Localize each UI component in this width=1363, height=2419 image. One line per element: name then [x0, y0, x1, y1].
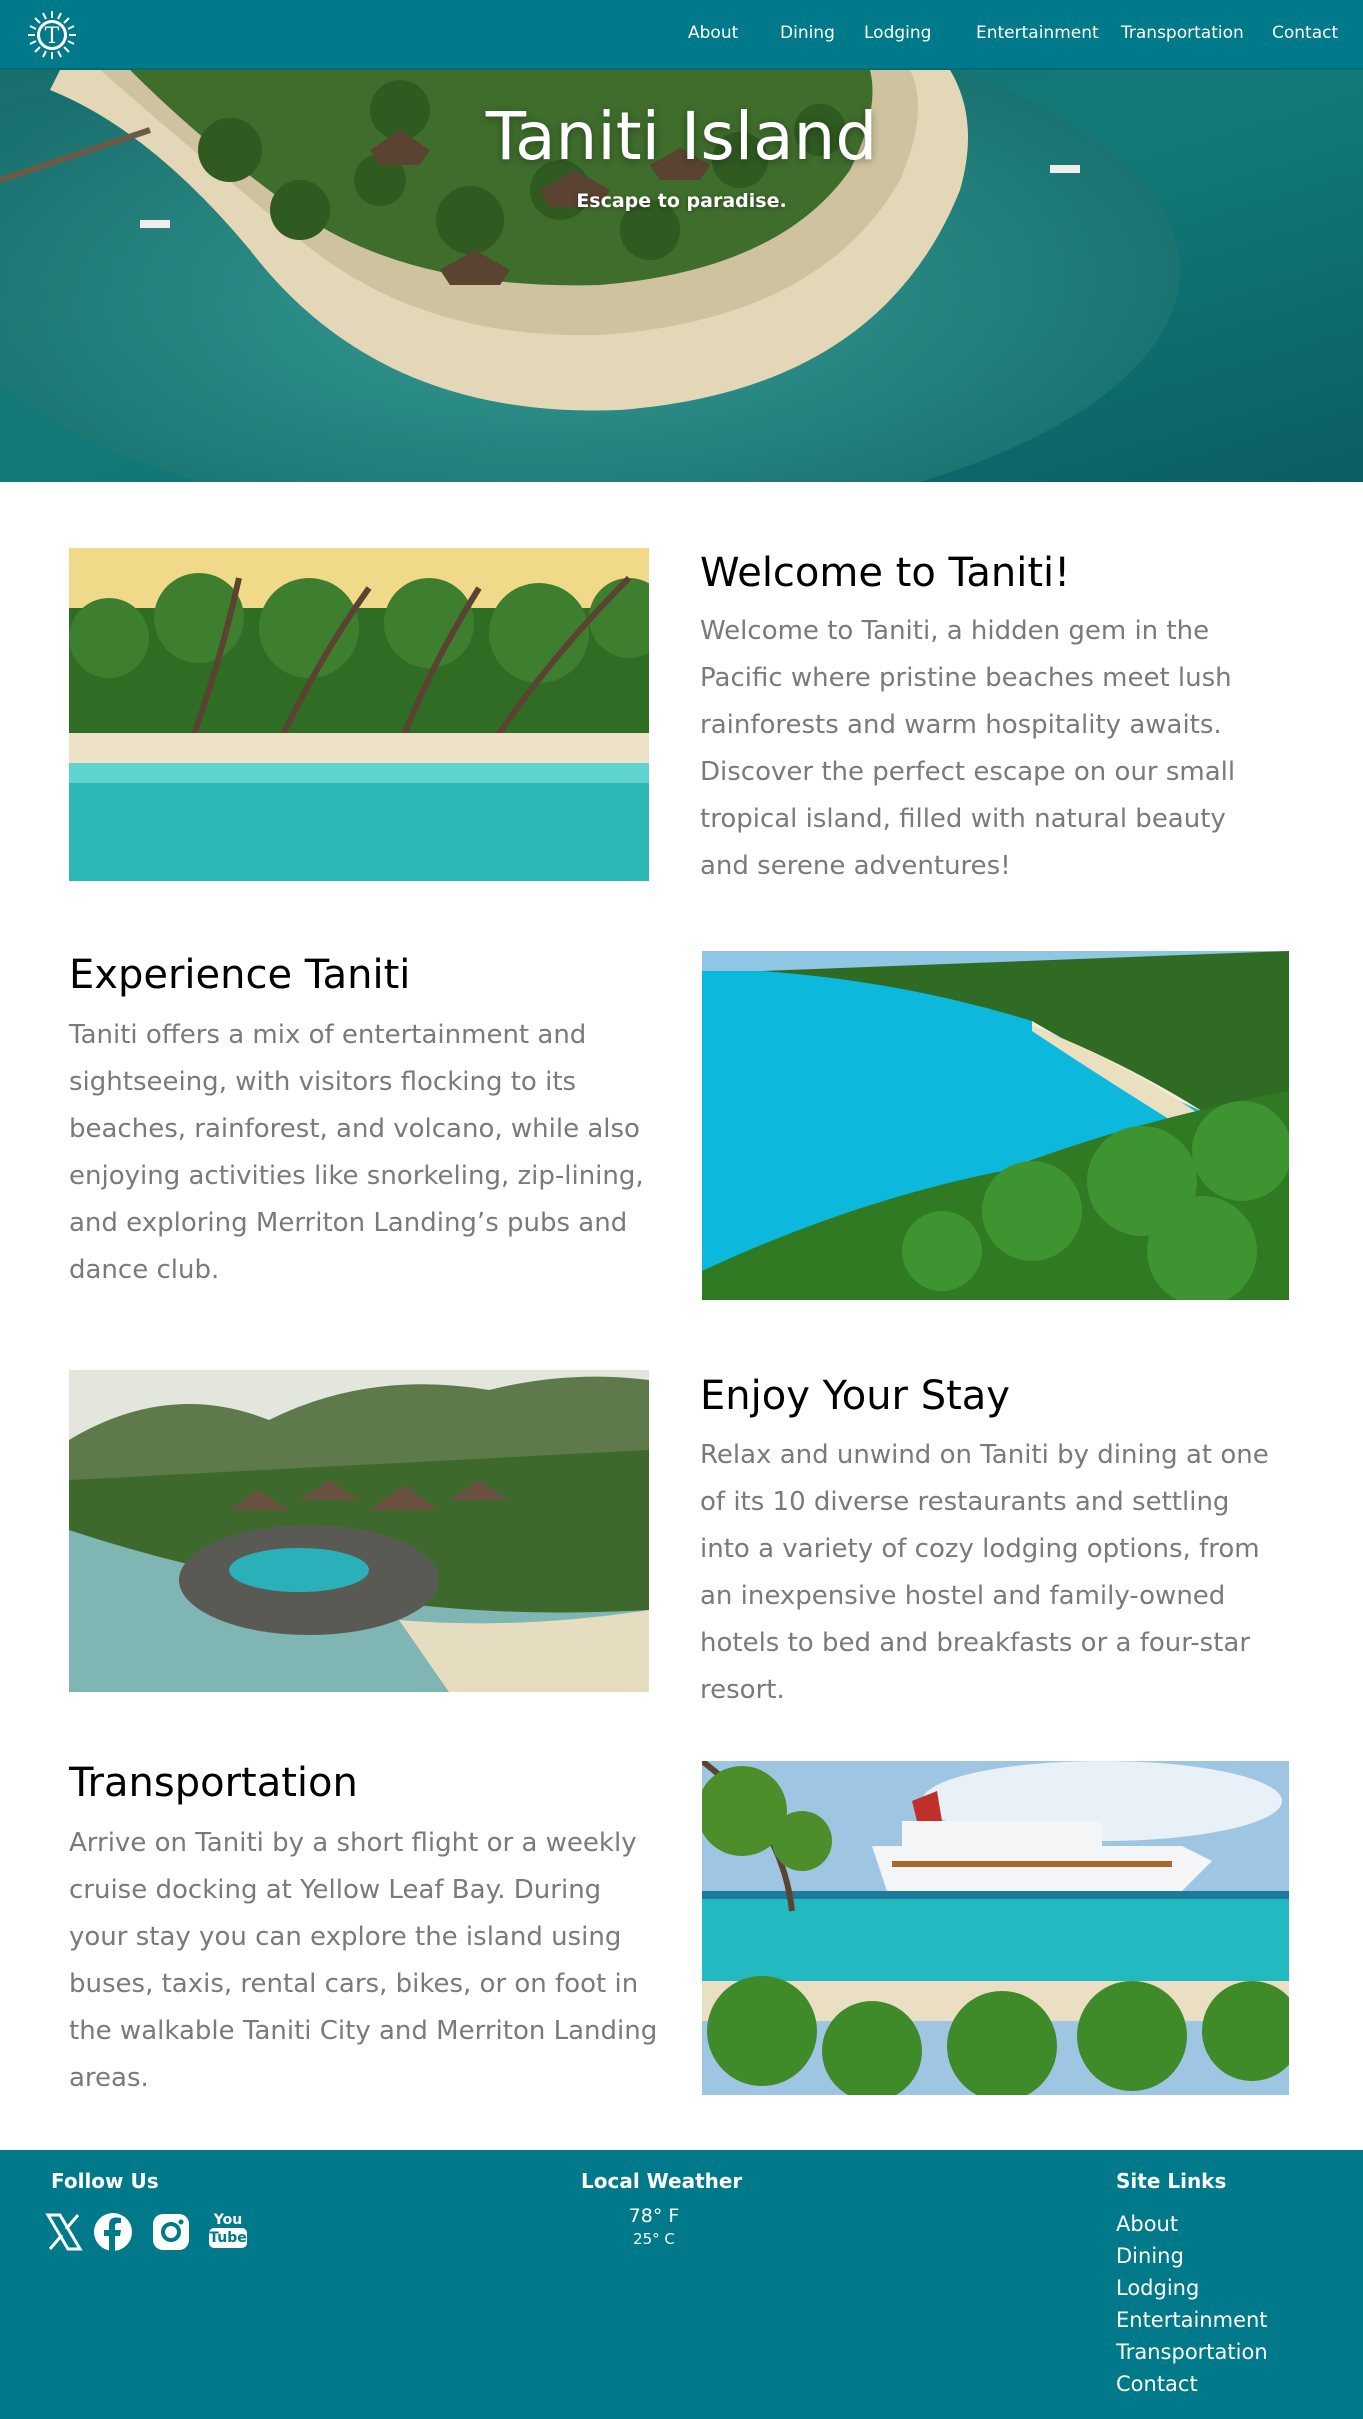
youtube-icon[interactable]: You Tube [209, 2212, 247, 2254]
footer-link-lodging[interactable]: Lodging [1116, 2272, 1268, 2304]
hero-banner: Taniti Island Escape to paradise. [0, 70, 1363, 482]
nav-about[interactable]: About [688, 23, 738, 43]
youtube-text-top: You [213, 2212, 243, 2228]
welcome-body: Welcome to Taniti, a hidden gem in the P… [700, 616, 1236, 881]
youtube-text-bottom: Tube [209, 2228, 247, 2248]
temperature-c: 25° C [633, 2230, 675, 2248]
site-links-title: Site Links [1116, 2169, 1227, 2193]
footer-link-transportation[interactable]: Transportation [1116, 2336, 1268, 2368]
stay-heading: Enjoy Your Stay [700, 1373, 1010, 1419]
experience-heading: Experience Taniti [69, 952, 411, 998]
nav-contact[interactable]: Contact [1272, 23, 1338, 43]
instagram-icon[interactable] [151, 2212, 191, 2252]
local-weather-title: Local Weather [581, 2169, 743, 2193]
footer-link-dining[interactable]: Dining [1116, 2240, 1268, 2272]
nav-lodging[interactable]: Lodging [864, 23, 931, 43]
experience-body: Taniti offers a mix of entertainment and… [69, 1020, 644, 1285]
follow-us-title: Follow Us [51, 2169, 159, 2193]
nav-entertainment[interactable]: Entertainment [976, 23, 1099, 43]
stay-body: Relax and unwind on Taniti by dining at … [700, 1440, 1269, 1705]
footer-link-entertainment[interactable]: Entertainment [1116, 2304, 1268, 2336]
svg-text:T: T [45, 24, 60, 49]
transportation-heading: Transportation [69, 1760, 358, 1806]
welcome-beach-image [69, 548, 649, 881]
facebook-icon[interactable] [93, 2212, 133, 2252]
experience-coast-image [702, 951, 1289, 1300]
x-icon[interactable] [44, 2212, 84, 2252]
top-nav-bar: T About Dining Lodging Entertainment Tra… [0, 0, 1363, 70]
nav-dining[interactable]: Dining [780, 23, 835, 43]
taniti-logo-icon[interactable]: T [22, 9, 82, 61]
nav-transportation[interactable]: Transportation [1121, 23, 1244, 43]
hero-subtitle: Escape to paradise. [576, 190, 787, 212]
footer-link-about[interactable]: About [1116, 2208, 1268, 2240]
site-links-list: About Dining Lodging Entertainment Trans… [1116, 2208, 1268, 2400]
temperature-f: 78° F [628, 2205, 680, 2227]
resort-image [69, 1370, 649, 1692]
transportation-body: Arrive on Taniti by a short flight or a … [69, 1828, 658, 2093]
welcome-heading: Welcome to Taniti! [700, 550, 1071, 596]
footer-link-contact[interactable]: Contact [1116, 2368, 1268, 2400]
cruise-ship-image [702, 1761, 1289, 2095]
hero-title: Taniti Island [485, 98, 878, 175]
